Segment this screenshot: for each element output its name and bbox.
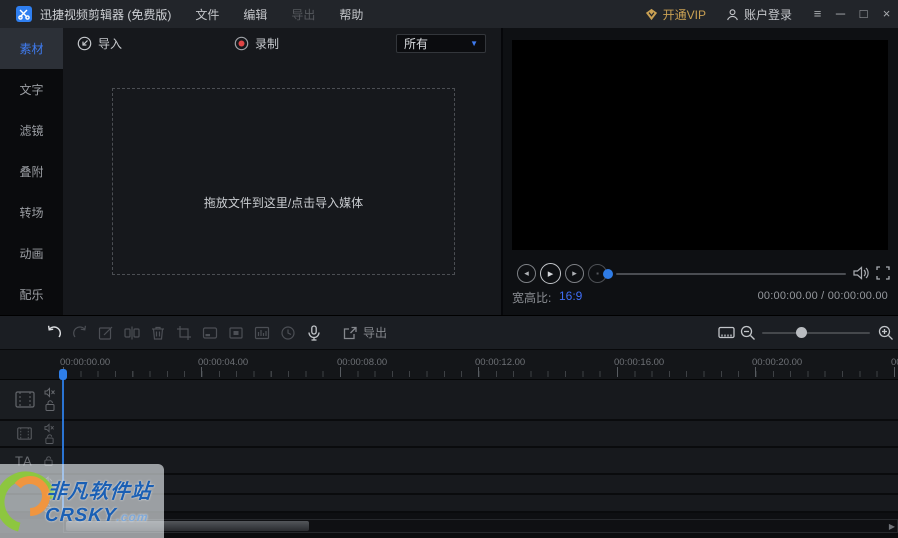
- subtitle-icon: [202, 325, 218, 341]
- scrollbar-right-arrow[interactable]: ▶: [889, 522, 895, 532]
- login-button[interactable]: 账户登录: [726, 6, 792, 23]
- preview-info-bar: 宽高比: 16:9 00:00:00.00 / 00:00:00.00: [503, 289, 898, 305]
- previous-frame-button[interactable]: ◂: [517, 264, 536, 283]
- app-window: 迅捷视频剪辑器 (免费版) 文件 编辑 导出 帮助 开通VIP 账户登录 ≡ ─…: [0, 0, 898, 538]
- vip-badge-icon: [645, 8, 658, 21]
- sidebar: 素材 文字 滤镜 叠附 转场 动画 配乐: [0, 28, 63, 315]
- media-panel: 导入 录制 所有 ▼ 拖放文件到这里/点击导入媒体: [63, 28, 503, 315]
- media-drop-zone[interactable]: 拖放文件到这里/点击导入媒体: [112, 88, 455, 275]
- sidebar-item-transition[interactable]: 转场: [0, 192, 63, 233]
- zoom-out-icon[interactable]: [740, 325, 756, 341]
- chevron-down-icon: ▼: [470, 39, 478, 48]
- video-track-1-header: [0, 380, 63, 419]
- app-logo-icon: [16, 6, 32, 22]
- user-icon: [726, 8, 739, 21]
- record-icon: [234, 36, 249, 51]
- ruler-label: 00:00:00.00: [60, 357, 110, 368]
- redo-icon[interactable]: [72, 325, 88, 341]
- menu-export: 导出: [291, 6, 315, 23]
- lock-icon[interactable]: [45, 400, 55, 411]
- export-icon: [342, 325, 358, 341]
- video-track-2-header: [0, 421, 63, 446]
- voiceover-mic-icon[interactable]: [306, 325, 322, 341]
- app-title: 迅捷视频剪辑器 (免费版): [40, 6, 171, 23]
- record-button[interactable]: 录制: [234, 35, 279, 52]
- video-preview: [512, 40, 888, 250]
- audio-levels-icon: [254, 325, 270, 341]
- import-button[interactable]: 导入: [77, 35, 122, 52]
- sidebar-item-filter[interactable]: 滤镜: [0, 110, 63, 151]
- timeline-ruler[interactable]: 00:00:00.00 00:00:04.00 00:00:08.00 00:0…: [0, 350, 898, 380]
- mosaic-icon: [228, 325, 244, 341]
- window-menu-button[interactable]: ≡: [806, 0, 829, 28]
- sidebar-item-animation[interactable]: 动画: [0, 233, 63, 274]
- play-button[interactable]: ▸: [540, 263, 561, 284]
- undo-icon[interactable]: [46, 325, 62, 341]
- sidebar-item-music[interactable]: 配乐: [0, 274, 63, 315]
- minimize-button[interactable]: ─: [829, 0, 852, 28]
- vip-button[interactable]: 开通VIP: [645, 6, 706, 23]
- video-track-1[interactable]: [0, 380, 898, 421]
- close-button[interactable]: ×: [875, 0, 898, 28]
- playback-controls: ◂ ▸ ▸ ▪: [503, 262, 898, 286]
- media-filter-dropdown[interactable]: 所有 ▼: [396, 34, 486, 53]
- mute-speaker-icon[interactable]: [44, 423, 55, 433]
- watermark-text: 非凡软件站 CRSKY.com: [44, 482, 152, 525]
- menu-file[interactable]: 文件: [195, 6, 219, 23]
- edit-toolbar: 导出: [0, 315, 898, 350]
- aspect-ratio-value[interactable]: 16:9: [559, 289, 582, 303]
- volume-icon[interactable]: [853, 265, 871, 281]
- ruler-label: 00:00:04.00: [198, 357, 248, 368]
- seek-handle[interactable]: [603, 269, 613, 279]
- playhead-handle[interactable]: [59, 369, 67, 380]
- next-frame-button[interactable]: ▸: [565, 264, 584, 283]
- edit-icon: [98, 325, 114, 341]
- timecode-display: 00:00:00.00 / 00:00:00.00: [758, 290, 888, 302]
- sidebar-item-text[interactable]: 文字: [0, 69, 63, 110]
- menu-edit[interactable]: 编辑: [243, 6, 267, 23]
- split-icon: [124, 325, 140, 341]
- timeline-zoom-handle[interactable]: [796, 327, 807, 338]
- timeline-zoom-slider[interactable]: [762, 332, 870, 334]
- title-bar: 迅捷视频剪辑器 (免费版) 文件 编辑 导出 帮助 开通VIP 账户登录 ≡ ─…: [0, 0, 898, 28]
- fit-timeline-icon[interactable]: [718, 325, 735, 340]
- import-icon: [77, 36, 92, 51]
- media-panel-header: 导入 录制 所有 ▼: [63, 28, 501, 58]
- film-icon: [17, 427, 32, 440]
- video-track-2[interactable]: [0, 421, 898, 448]
- zoom-in-icon[interactable]: [878, 325, 894, 341]
- ruler-label: 00:00:08.00: [337, 357, 387, 368]
- site-watermark: 非凡软件站 CRSKY.com: [0, 464, 164, 538]
- mute-speaker-icon[interactable]: [44, 387, 56, 398]
- fullscreen-icon[interactable]: [876, 266, 890, 280]
- media-filter-value: 所有: [404, 35, 428, 52]
- seek-bar[interactable]: [616, 273, 846, 275]
- preview-panel: ◂ ▸ ▸ ▪ 宽高比: 16:9 00:00:00.00 / 00:00:00…: [503, 28, 898, 315]
- maximize-button[interactable]: □: [852, 0, 875, 28]
- ruler-ticks: [63, 371, 898, 377]
- aspect-ratio-label: 宽高比:: [512, 289, 551, 306]
- ruler-label: 00:00:20.00: [752, 357, 802, 368]
- sidebar-item-overlay[interactable]: 叠附: [0, 151, 63, 192]
- lock-icon[interactable]: [45, 434, 54, 444]
- crop-icon: [176, 325, 192, 341]
- delete-icon: [150, 325, 166, 341]
- horizontal-scrollbar[interactable]: ▶: [63, 519, 898, 533]
- film-icon: [15, 391, 35, 408]
- duration-icon: [280, 325, 296, 341]
- sidebar-item-media[interactable]: 素材: [0, 28, 63, 69]
- drop-zone-hint: 拖放文件到这里/点击导入媒体: [113, 194, 454, 211]
- menu-help[interactable]: 帮助: [339, 6, 363, 23]
- ruler-label: 00:00:12.00: [475, 357, 525, 368]
- export-button[interactable]: 导出: [342, 324, 387, 341]
- ruler-label: 00:00:16.00: [614, 357, 664, 368]
